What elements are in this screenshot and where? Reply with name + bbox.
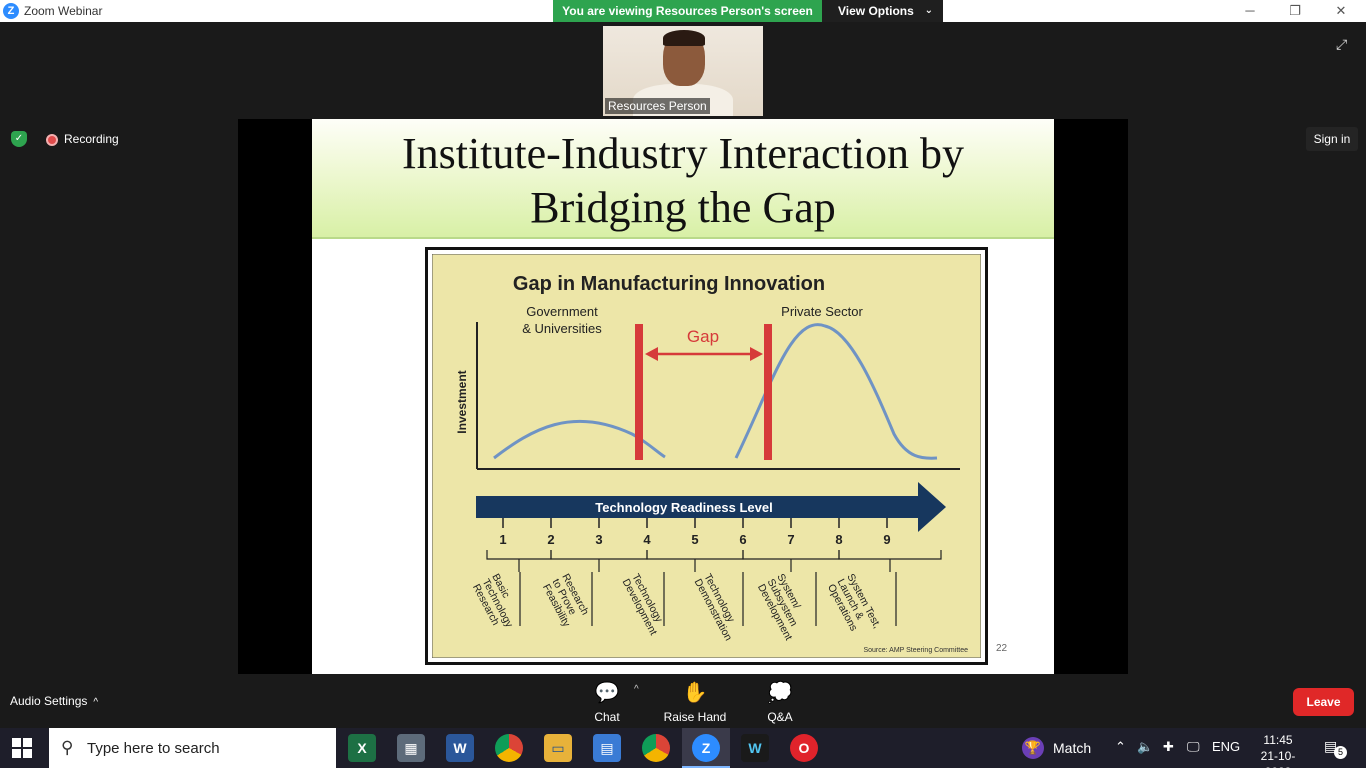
app-title: Zoom Webinar [24, 4, 103, 18]
leave-button[interactable]: Leave [1293, 688, 1354, 716]
clock-date: 21-10-2023 [1260, 749, 1296, 768]
monitor-icon[interactable]: ▤ [593, 734, 621, 762]
chat-button[interactable]: 💬 Chat [572, 680, 642, 724]
word-icon[interactable]: W [446, 734, 474, 762]
windows-start-icon[interactable] [12, 738, 32, 758]
gap-diagram: Gap in Manufacturing Innovation Governme… [425, 247, 988, 665]
raise-hand-label: Raise Hand [663, 710, 727, 724]
file-explorer-icon[interactable]: ▭ [544, 734, 572, 762]
gov-label-1: Government [526, 304, 598, 319]
audio-settings-button[interactable]: Audio Settings ^ [10, 694, 98, 708]
chrome-icon[interactable] [495, 734, 523, 762]
chat-icon: 💬 [594, 682, 620, 704]
taskbar-search-box[interactable]: ⚲ [49, 728, 336, 768]
search-icon: ⚲ [61, 738, 74, 757]
chat-options-chevron-icon[interactable]: ^ [634, 684, 639, 695]
speaker-icon[interactable]: 🔈 [1137, 739, 1153, 755]
zoom-logo-icon: Z [3, 3, 19, 19]
qa-label: Q&A [767, 710, 793, 724]
trl-level-4: 4 [643, 532, 651, 547]
notification-center-icon[interactable]: ▤ 5 [1324, 738, 1347, 759]
minimize-button[interactable]: ─ [1235, 2, 1265, 20]
webex-icon[interactable]: W [741, 734, 769, 762]
chevron-up-icon[interactable]: ^ [93, 697, 98, 708]
slide-title-line-2: Bridging the Gap [530, 183, 836, 232]
participant-video[interactable]: Resources Person [603, 26, 763, 116]
taskbar-search-input[interactable] [87, 737, 327, 759]
sign-in-button[interactable]: Sign in [1306, 127, 1358, 151]
recording-dot-icon [46, 134, 58, 146]
viewing-screen-banner: You are viewing Resources Person's scree… [553, 0, 822, 22]
excel-icon[interactable]: X [348, 734, 376, 762]
raise-hand-button[interactable]: ✋ Raise Hand [660, 680, 730, 724]
chat-label: Chat [594, 710, 620, 724]
trl-level-6: 6 [739, 532, 746, 547]
participant-name: Resources Person [605, 98, 710, 114]
audio-settings-label: Audio Settings [10, 694, 88, 708]
chevron-down-icon: ⌄ [924, 5, 933, 16]
trl-level-9: 9 [883, 532, 890, 547]
trl-level-3: 3 [595, 532, 602, 547]
slide-title-line-1: Institute-Industry Interaction by [401, 129, 965, 178]
video-person-hair [663, 30, 705, 46]
slide-number: 22 [996, 643, 1008, 654]
restore-button[interactable]: ❐ [1280, 2, 1310, 20]
qa-button[interactable]: 💭 Q&A [745, 680, 815, 724]
presentation-slide: Institute-Industry Interaction by Bridgi… [312, 119, 1054, 675]
recording-label: Recording [64, 132, 119, 146]
diagram-title: Gap in Manufacturing Innovation [513, 273, 825, 295]
zoom-icon[interactable]: Z [682, 734, 730, 768]
network-icon[interactable]: 🖵 [1187, 739, 1200, 755]
language-indicator[interactable]: ENG [1212, 739, 1240, 754]
encryption-shield-icon[interactable]: ✓ [11, 131, 27, 147]
diagram-source: Source: AMP Steering Committee [863, 647, 968, 654]
qa-icon: 💭 [767, 682, 793, 704]
gap-left-bar [635, 324, 643, 460]
match-widget-label[interactable]: Match [1053, 740, 1091, 756]
fullscreen-icon[interactable]: ⤢ [1336, 36, 1352, 52]
zoom-webinar-window: Z Zoom Webinar ─ ❐ ✕ You are viewing Res… [0, 0, 1366, 768]
trl-level-2: 2 [547, 532, 554, 547]
close-button[interactable]: ✕ [1326, 2, 1356, 20]
trl-level-5: 5 [691, 532, 698, 547]
investment-axis-label: Investment [455, 370, 469, 433]
windows-taskbar: ⚲ X ▦ W ▭ ▤ Z W O 🏆 Match ⌃ 🔈 ✚ 🖵 ENG 11… [0, 728, 1366, 768]
trl-arrow-label: Technology Readiness Level [595, 500, 772, 515]
trl-level-1: 1 [499, 532, 506, 547]
chrome-alt-icon[interactable] [642, 734, 670, 762]
trl-level-7: 7 [787, 532, 794, 547]
clock-time: 11:45 [1263, 733, 1293, 747]
slide-title: Institute-Industry Interaction by Bridgi… [312, 119, 1054, 239]
gap-label: Gap [687, 327, 719, 346]
notification-count-badge: 5 [1334, 746, 1347, 759]
view-options-button[interactable]: View Options ⌄ [822, 0, 943, 22]
opera-icon[interactable]: O [790, 734, 818, 762]
trl-level-8: 8 [835, 532, 842, 547]
taskbar-clock[interactable]: 11:45 21-10-2023 [1248, 732, 1308, 768]
match-widget-icon[interactable]: 🏆 [1022, 737, 1044, 759]
view-options-label: View Options [838, 4, 914, 18]
calculator-icon[interactable]: ▦ [397, 734, 425, 762]
meeting-toolbar: Audio Settings ^ 💬 Chat ^ ✋ Raise Hand 💭 … [0, 674, 1366, 728]
raise-hand-icon: ✋ [682, 682, 708, 704]
private-sector-label: Private Sector [781, 304, 863, 319]
security-tray-icon[interactable]: ✚ [1163, 739, 1174, 755]
gap-right-bar [764, 324, 772, 460]
gap-diagram-svg: Gap in Manufacturing Innovation Governme… [432, 254, 981, 658]
gov-label-2: & Universities [522, 321, 602, 336]
tray-overflow-chevron-icon[interactable]: ⌃ [1115, 739, 1126, 755]
